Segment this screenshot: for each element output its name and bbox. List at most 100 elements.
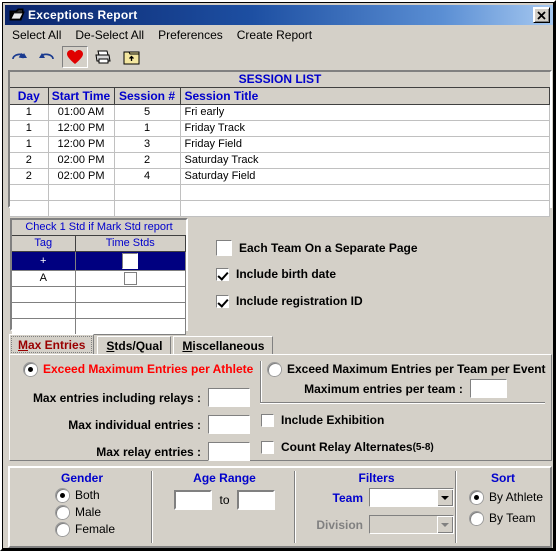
heart-icon[interactable] bbox=[62, 46, 88, 68]
column-header-time-stds[interactable]: Time Stds bbox=[75, 236, 186, 252]
menu-preferences[interactable]: Preferences bbox=[151, 27, 230, 43]
table-row[interactable]: 2 02:00 PM 2 Saturday Track bbox=[10, 152, 550, 169]
table-row[interactable]: 1 12:00 PM 3 Friday Field bbox=[10, 136, 550, 153]
max-individual-entries-row: Max individual entries : bbox=[20, 415, 250, 434]
gender-option-both-label: Both bbox=[75, 488, 100, 502]
tab-label-rest: tds/Qual bbox=[114, 339, 163, 353]
cell-time-std[interactable] bbox=[75, 286, 186, 303]
column-header-session-title[interactable]: Session Title bbox=[180, 88, 550, 105]
export-folder-icon[interactable] bbox=[118, 46, 144, 68]
tag-header-row: Tag Time Stds bbox=[12, 236, 186, 252]
cell-start-time bbox=[48, 184, 115, 201]
cell-day: 1 bbox=[10, 136, 49, 153]
session-list-header-row: Day Start Time Session # Session Title bbox=[10, 88, 550, 105]
table-row[interactable] bbox=[10, 200, 550, 217]
chevron-down-icon[interactable] bbox=[437, 489, 453, 506]
sort-group: Sort By Athlete By Team bbox=[460, 471, 546, 543]
max-entries-including-relays-input[interactable] bbox=[208, 388, 250, 407]
filter-team-value bbox=[370, 489, 437, 506]
cell-session-num bbox=[114, 184, 181, 201]
age-range-to-input[interactable] bbox=[236, 490, 275, 510]
gender-option-female[interactable]: Female bbox=[56, 522, 150, 536]
include-exhibition-checkbox[interactable]: Include Exhibition bbox=[261, 413, 384, 427]
cell-session-title: Friday Field bbox=[180, 136, 550, 153]
cell-time-std[interactable] bbox=[75, 251, 186, 271]
tab-mnemonic: M bbox=[18, 338, 28, 352]
column-header-day[interactable]: Day bbox=[10, 88, 49, 105]
tab-miscellaneous[interactable]: Miscellaneous bbox=[173, 336, 274, 355]
table-row[interactable]: 1 01:00 AM 5 Fri early bbox=[10, 104, 550, 121]
printer-icon[interactable] bbox=[90, 46, 116, 68]
column-header-start-time[interactable]: Start Time bbox=[48, 88, 115, 105]
cell-tag bbox=[12, 302, 76, 319]
maximum-entries-per-team-input[interactable] bbox=[469, 379, 507, 398]
list-item[interactable]: + bbox=[12, 251, 186, 271]
tab-max-entries[interactable]: Max Entries bbox=[9, 334, 95, 355]
time-std-checkbox[interactable] bbox=[123, 271, 137, 285]
cell-day: 1 bbox=[10, 104, 49, 121]
sort-option-by-athlete[interactable]: By Athlete bbox=[470, 490, 546, 504]
panel-rule bbox=[260, 402, 545, 404]
gender-option-both[interactable]: Both bbox=[56, 488, 150, 502]
panel-divider bbox=[260, 361, 262, 403]
cell-session-num bbox=[114, 200, 181, 217]
exceed-max-entries-per-athlete-radio[interactable]: Exceed Maximum Entries per Athlete bbox=[24, 362, 253, 376]
report-window-icon bbox=[9, 8, 25, 22]
menu-de-select-all[interactable]: De-Select All bbox=[68, 27, 151, 43]
list-item[interactable] bbox=[12, 318, 186, 335]
list-item[interactable] bbox=[12, 302, 186, 319]
cell-tag bbox=[12, 286, 76, 303]
cell-day: 2 bbox=[10, 152, 49, 169]
time-standards-grid[interactable]: Check 1 Std if Mark Std report Tag Time … bbox=[10, 218, 188, 335]
cell-session-title: Saturday Track bbox=[180, 152, 550, 169]
max-relay-entries-input[interactable] bbox=[208, 442, 250, 461]
session-list-title: SESSION LIST bbox=[10, 72, 550, 88]
gender-option-male[interactable]: Male bbox=[56, 505, 150, 519]
sort-option-by-team[interactable]: By Team bbox=[470, 511, 546, 525]
cell-day: 1 bbox=[10, 120, 49, 137]
table-row[interactable] bbox=[10, 184, 550, 201]
undo-icon[interactable] bbox=[34, 46, 60, 68]
table-row[interactable]: 1 12:00 PM 1 Friday Track bbox=[10, 120, 550, 137]
close-icon[interactable] bbox=[533, 7, 550, 23]
exceed-max-entries-per-team-radio[interactable]: Exceed Maximum Entries per Team per Even… bbox=[268, 362, 546, 376]
cell-time-std[interactable] bbox=[75, 270, 186, 287]
count-relay-alternates-checkbox[interactable]: Count Relay Alternates (5-8) bbox=[261, 440, 434, 454]
max-entries-panel: Exceed Maximum Entries per Athlete Max e… bbox=[9, 354, 552, 461]
panel-divider bbox=[455, 471, 457, 543]
age-range-from-input[interactable] bbox=[174, 490, 213, 510]
cell-time-std[interactable] bbox=[75, 302, 186, 319]
cell-session-title bbox=[180, 200, 550, 217]
table-row[interactable]: 2 02:00 PM 4 Saturday Field bbox=[10, 168, 550, 185]
include-registration-id-checkbox[interactable]: Include registration ID bbox=[216, 294, 363, 308]
cell-session-title: Fri early bbox=[180, 104, 550, 121]
menu-create-report[interactable]: Create Report bbox=[230, 27, 319, 43]
tab-mnemonic: M bbox=[182, 339, 193, 353]
redo-icon[interactable] bbox=[6, 46, 32, 68]
exceed-max-entries-per-team-label: Exceed Maximum Entries per Team per Even… bbox=[287, 362, 546, 376]
cell-start-time: 12:00 PM bbox=[48, 136, 115, 153]
cell-day bbox=[10, 200, 49, 217]
time-std-checkbox[interactable] bbox=[122, 252, 139, 269]
session-list-grid[interactable]: SESSION LIST Day Start Time Session # Se… bbox=[8, 70, 552, 217]
tab-strip: Max Entries Stds/Qual Miscellaneous bbox=[9, 334, 552, 355]
panel-divider bbox=[294, 471, 296, 543]
title-bar[interactable]: Exceptions Report bbox=[5, 5, 553, 25]
cell-day bbox=[10, 184, 49, 201]
each-team-separate-page-checkbox[interactable]: Each Team On a Separate Page bbox=[216, 240, 418, 256]
cell-start-time: 02:00 PM bbox=[48, 168, 115, 185]
column-header-session-num[interactable]: Session # bbox=[114, 88, 181, 105]
bottom-filter-panel: Gender Both Male Female Age Range to Fil… bbox=[8, 466, 552, 548]
tab-label-rest: ax Entries bbox=[28, 338, 86, 352]
gender-group: Gender Both Male Female bbox=[14, 471, 150, 543]
max-individual-entries-input[interactable] bbox=[208, 415, 250, 434]
column-header-tag[interactable]: Tag bbox=[12, 236, 76, 252]
include-birth-date-checkbox[interactable]: Include birth date bbox=[216, 267, 336, 281]
cell-time-std[interactable] bbox=[75, 318, 186, 335]
menu-select-all[interactable]: Select All bbox=[6, 27, 68, 43]
list-item[interactable]: A bbox=[12, 270, 186, 287]
tab-stds-qual[interactable]: Stds/Qual bbox=[97, 336, 172, 355]
list-item[interactable] bbox=[12, 286, 186, 303]
filter-team-dropdown[interactable] bbox=[369, 488, 454, 507]
cell-start-time: 02:00 PM bbox=[48, 152, 115, 169]
